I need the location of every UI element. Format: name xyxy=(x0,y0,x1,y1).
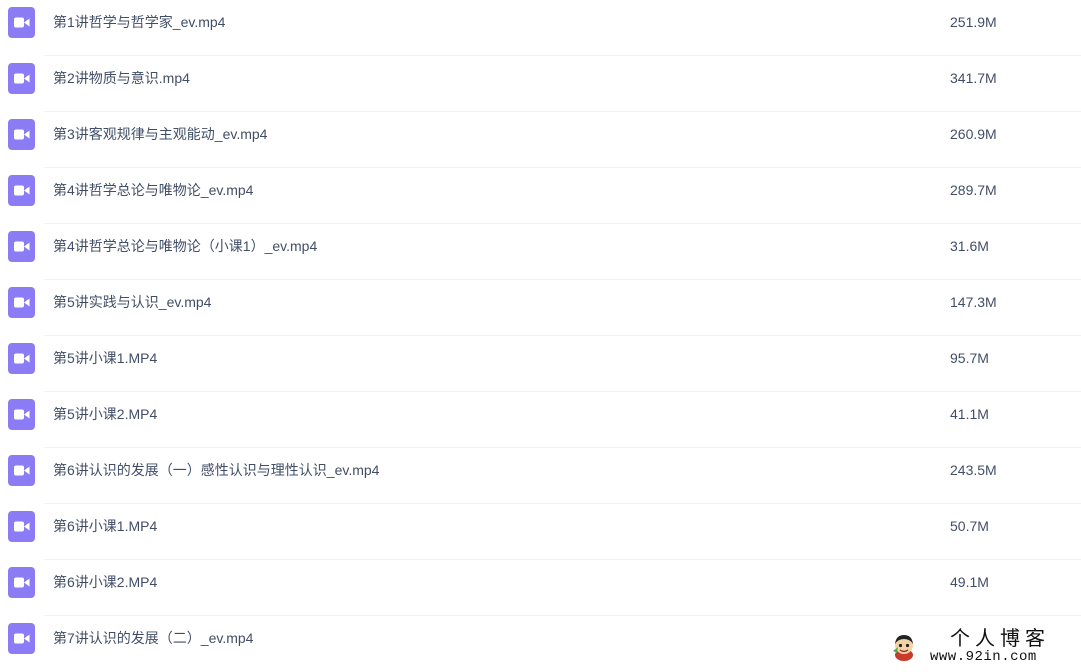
file-row[interactable]: 第6讲小课2.MP4 49.1M xyxy=(0,560,1081,616)
video-file-icon xyxy=(8,567,35,598)
file-name: 第5讲实践与认识_ev.mp4 xyxy=(53,294,212,310)
file-row[interactable]: 第4讲哲学总论与唯物论（小课1）_ev.mp4 31.6M xyxy=(0,224,1081,280)
file-name: 第3讲客观规律与主观能动_ev.mp4 xyxy=(53,126,268,142)
video-file-icon xyxy=(8,7,35,38)
file-name: 第1讲哲学与哲学家_ev.mp4 xyxy=(53,14,226,30)
file-name: 第6讲小课2.MP4 xyxy=(53,574,158,590)
cartoon-avatar-icon xyxy=(890,632,918,662)
file-name: 第4讲哲学总论与唯物论_ev.mp4 xyxy=(53,182,254,198)
file-size: 50.7M xyxy=(950,518,989,534)
file-row[interactable]: 第3讲客观规律与主观能动_ev.mp4 260.9M xyxy=(0,112,1081,168)
site-watermark: 个人博客 www.92in.com xyxy=(884,625,1081,669)
video-file-icon xyxy=(8,399,35,430)
video-file-icon xyxy=(8,343,35,374)
file-row[interactable]: 第6讲认识的发展（一）感性认识与理性认识_ev.mp4 243.5M xyxy=(0,448,1081,504)
video-file-icon xyxy=(8,455,35,486)
file-name: 第5讲小课2.MP4 xyxy=(53,406,158,422)
file-row[interactable]: 第2讲物质与意识.mp4 341.7M xyxy=(0,56,1081,112)
video-file-icon xyxy=(8,63,35,94)
watermark-title: 个人博客 xyxy=(950,626,1050,650)
file-row[interactable]: 第5讲实践与认识_ev.mp4 147.3M xyxy=(0,280,1081,336)
file-name: 第7讲认识的发展（二）_ev.mp4 xyxy=(53,630,254,646)
video-file-icon xyxy=(8,511,35,542)
video-file-icon xyxy=(8,623,35,654)
video-file-icon xyxy=(8,175,35,206)
file-name: 第2讲物质与意识.mp4 xyxy=(53,70,190,86)
video-file-icon xyxy=(8,119,35,150)
file-size: 243.5M xyxy=(950,462,997,478)
file-size: 147.3M xyxy=(950,294,997,310)
video-file-icon xyxy=(8,287,35,318)
watermark-url: www.92in.com xyxy=(930,649,1037,665)
file-size: 289.7M xyxy=(950,182,997,198)
file-size: 341.7M xyxy=(950,70,997,86)
file-name: 第4讲哲学总论与唯物论（小课1）_ev.mp4 xyxy=(53,238,318,254)
file-list: 第1讲哲学与哲学家_ev.mp4 251.9M 第2讲物质与意识.mp4 341… xyxy=(0,0,1081,672)
file-name: 第6讲小课1.MP4 xyxy=(53,518,158,534)
file-size: 251.9M xyxy=(950,14,997,30)
file-size: 41.1M xyxy=(950,406,989,422)
file-row[interactable]: 第4讲哲学总论与唯物论_ev.mp4 289.7M xyxy=(0,168,1081,224)
file-size: 49.1M xyxy=(950,574,989,590)
file-name: 第5讲小课1.MP4 xyxy=(53,350,158,366)
file-row[interactable]: 第6讲小课1.MP4 50.7M xyxy=(0,504,1081,560)
file-name: 第6讲认识的发展（一）感性认识与理性认识_ev.mp4 xyxy=(53,462,380,478)
file-size: 260.9M xyxy=(950,126,997,142)
file-row[interactable]: 第5讲小课2.MP4 41.1M xyxy=(0,392,1081,448)
file-size: 31.6M xyxy=(950,238,989,254)
file-size: 95.7M xyxy=(950,350,989,366)
file-row[interactable]: 第5讲小课1.MP4 95.7M xyxy=(0,336,1081,392)
video-file-icon xyxy=(8,231,35,262)
file-row[interactable]: 第1讲哲学与哲学家_ev.mp4 251.9M xyxy=(0,0,1081,56)
